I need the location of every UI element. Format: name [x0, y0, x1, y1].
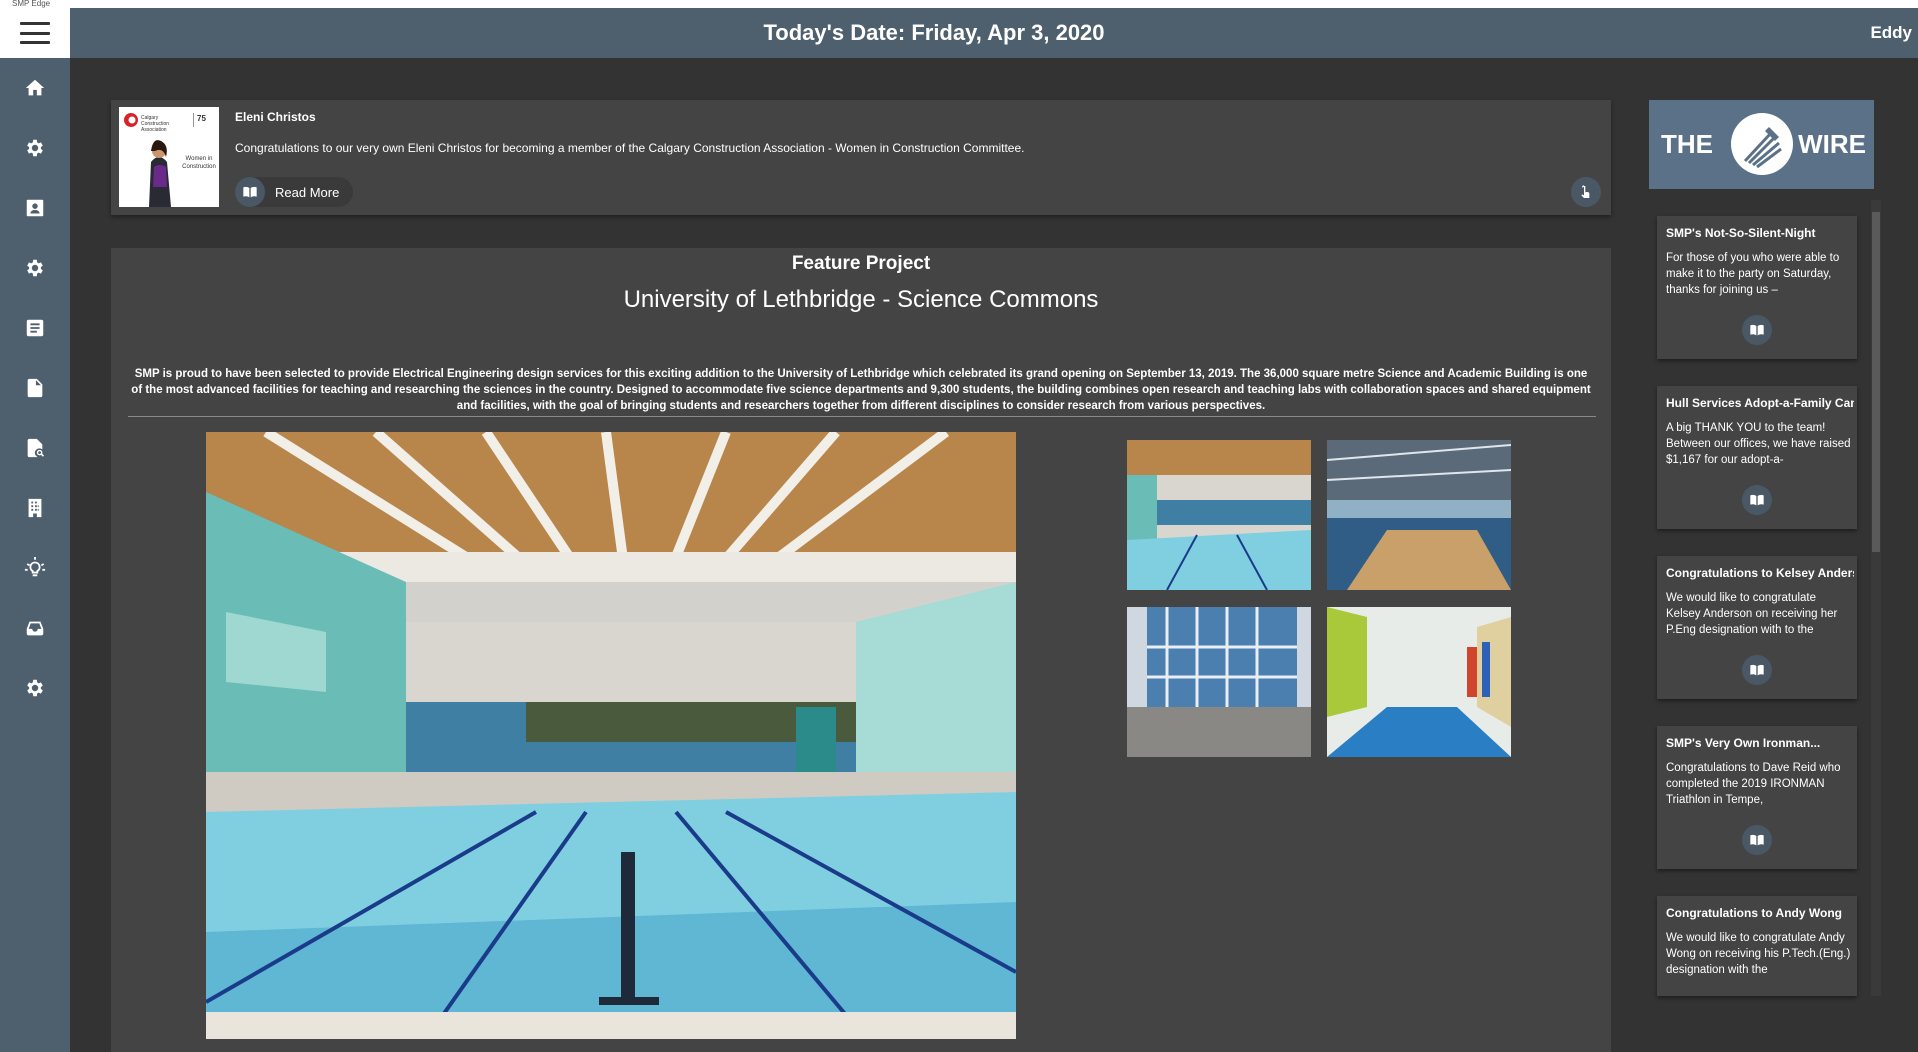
feature-project-panel: Feature Project University of Lethbridge… [111, 248, 1611, 1052]
read-more-label: Read More [275, 184, 340, 200]
sidebar-item-settings-1[interactable] [0, 118, 70, 178]
gallery-thumb-4[interactable] [1327, 607, 1511, 757]
wire-logo-left-text: THE [1661, 129, 1713, 159]
wire-post-body: Congratulations to Dave Reid who complet… [1666, 762, 1841, 806]
page-title: Today's Date: Friday, Apr 3, 2020 [763, 20, 1105, 45]
news-thumb-org: Calgary Construction Association [141, 115, 170, 133]
inbox-tray-icon [26, 621, 44, 636]
wire-cable-icon [1731, 113, 1793, 175]
gallery-thumb-1[interactable] [1127, 440, 1311, 590]
wire-post-read-button[interactable] [1742, 315, 1772, 345]
contact-card-icon [26, 199, 44, 217]
sidebar-item-ideas[interactable] [0, 538, 70, 598]
hamburger-menu-button[interactable] [0, 8, 70, 58]
gallery-thumb-2[interactable] [1327, 440, 1511, 590]
page-scrollbar[interactable] [1906, 58, 1918, 1052]
read-more-button[interactable]: Read More [235, 177, 353, 207]
document-icon [27, 378, 43, 398]
gear-icon [27, 679, 43, 697]
wire-post-body: We would like to congratulate Andy Wong … [1666, 932, 1851, 976]
window-titlebar: SMP Edge [0, 0, 1918, 8]
touch-icon [1581, 185, 1590, 198]
news-thumb-caption: Women in Construction [182, 156, 216, 170]
wire-post-title: SMP's Very Own Ironman... [1666, 736, 1821, 750]
sidebar-item-documents[interactable] [0, 358, 70, 418]
gear-icon [27, 139, 43, 157]
home-icon [25, 79, 45, 96]
wire-scrollbar[interactable] [1871, 200, 1881, 996]
wire-post-read-button[interactable] [1742, 485, 1772, 515]
news-thumbnail: Calgary Construction Association 75 Wome… [119, 107, 219, 207]
wire-post-read-button[interactable] [1742, 655, 1772, 685]
book-icon [1750, 494, 1764, 506]
gear-icon [27, 259, 43, 277]
sidebar-item-buildings[interactable] [0, 478, 70, 538]
news-text: Congratulations to our very own Eleni Ch… [235, 141, 1025, 155]
touch-action-button[interactable] [1571, 177, 1601, 207]
wire-post-read-button[interactable] [1742, 825, 1772, 855]
book-icon [1750, 664, 1764, 676]
wire-scrollbar-thumb[interactable] [1872, 212, 1880, 552]
sidebar-item-contacts[interactable] [0, 178, 70, 238]
news-thumb-badge: 75 [197, 114, 206, 123]
sidebar-item-articles[interactable] [0, 298, 70, 358]
feature-label: Feature Project [791, 253, 931, 274]
sidebar-item-inbox[interactable] [0, 598, 70, 658]
sidebar-item-home[interactable] [0, 58, 70, 118]
sidebar-item-settings-2[interactable] [0, 238, 70, 298]
wire-post[interactable]: Hull Services Adopt-a-Family Campaign A … [1657, 386, 1857, 529]
wire-post-body: For those of you who were able to make i… [1666, 252, 1840, 296]
sidebar [0, 58, 70, 1052]
news-card: Calgary Construction Association 75 Wome… [111, 100, 1611, 215]
building-icon [28, 498, 42, 518]
wire-post-body: We would like to congratulate Kelsey And… [1666, 592, 1838, 636]
wire-post-title: Hull Services Adopt-a-Family Campaign [1666, 396, 1854, 410]
wire-post-title: Congratulations to Andy Wong [1666, 906, 1842, 920]
wire-post-title: SMP's Not-So-Silent-Night [1666, 226, 1816, 240]
document-search-icon [27, 438, 44, 458]
wire-post[interactable]: Congratulations to Kelsey Anderson We wo… [1657, 556, 1857, 699]
divider [128, 416, 1596, 417]
gallery-thumb-3[interactable] [1127, 607, 1311, 757]
book-icon [1750, 834, 1764, 846]
app-header: Today's Date: Friday, Apr 3, 2020 Eddy [0, 8, 1918, 58]
wire-post[interactable]: Congratulations to Andy Wong We would li… [1657, 896, 1857, 996]
window-title: SMP Edge [12, 0, 51, 8]
lightbulb-icon [24, 557, 46, 577]
wire-post-body: A big THANK YOU to the team! Between our… [1666, 422, 1851, 466]
book-icon [235, 177, 265, 207]
wire-logo-right-text: WIRE [1798, 129, 1866, 159]
feature-main-photo[interactable] [206, 432, 1016, 1039]
wire-post[interactable]: SMP's Very Own Ironman... Congratulation… [1657, 726, 1857, 869]
news-author: Eleni Christos [235, 110, 316, 124]
hamburger-icon [20, 22, 50, 44]
user-name[interactable]: Eddy [1870, 8, 1912, 58]
sidebar-item-settings-3[interactable] [0, 658, 70, 718]
the-wire-logo: THE WIRE [1649, 100, 1874, 189]
sidebar-item-document-search[interactable] [0, 418, 70, 478]
feature-description: SMP is proud to have been selected to pr… [131, 368, 1591, 412]
wire-post[interactable]: SMP's Not-So-Silent-Night For those of y… [1657, 216, 1857, 359]
book-icon [1750, 324, 1764, 336]
article-icon [26, 319, 44, 337]
feature-title: University of Lethbridge - Science Commo… [623, 286, 1099, 313]
wire-post-title: Congratulations to Kelsey Anderson [1666, 566, 1854, 580]
